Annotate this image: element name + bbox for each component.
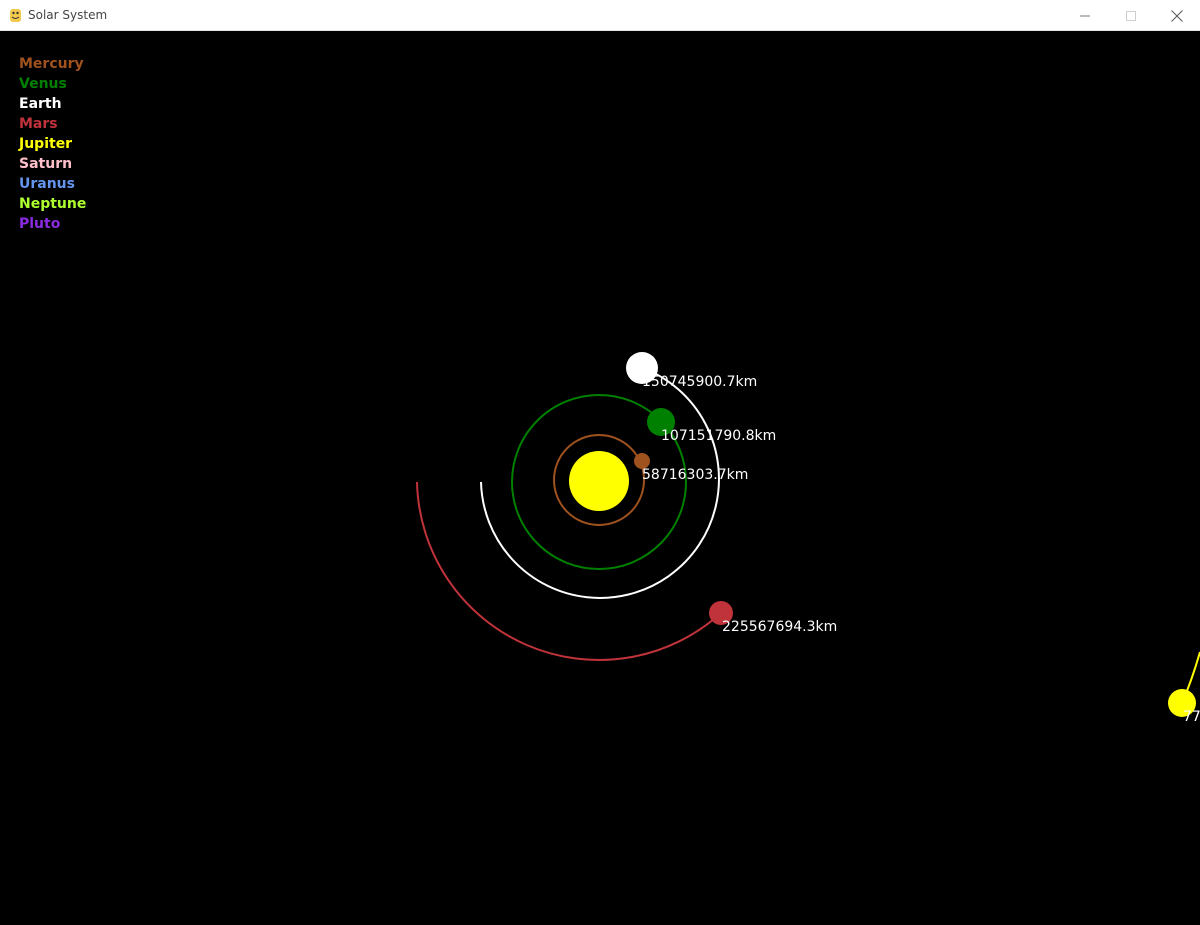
legend-item-mercury: Mercury — [19, 56, 84, 72]
maximize-icon — [1126, 10, 1136, 21]
minimize-button[interactable] — [1062, 0, 1108, 31]
mars-distance-label: 225567694.3km — [722, 619, 837, 635]
legend-item-earth: Earth — [19, 96, 62, 112]
simulation-canvas: 58716303.7km 107151790.8km 150745900.7km… — [0, 31, 1200, 925]
close-button[interactable] — [1154, 0, 1200, 31]
title-bar[interactable]: Solar System — [0, 0, 1200, 31]
earth-distance-label: 150745900.7km — [642, 374, 757, 390]
legend-item-venus: Venus — [19, 76, 67, 92]
legend-item-jupiter: Jupiter — [19, 136, 73, 152]
legend-item-neptune: Neptune — [19, 196, 87, 212]
minimize-icon — [1080, 15, 1090, 16]
venus-distance-label: 107151790.8km — [661, 428, 776, 444]
jupiter-distance-label: 77 — [1183, 709, 1200, 725]
pygame-snake-icon — [10, 9, 21, 22]
legend-item-mars: Mars — [19, 116, 58, 132]
app-window: Solar System 58716303.7km 107151790.8km … — [0, 0, 1200, 925]
legend-item-saturn: Saturn — [19, 156, 73, 172]
legend-item-uranus: Uranus — [19, 176, 75, 192]
solar-system-scene: 58716303.7km 107151790.8km 150745900.7km… — [416, 352, 1200, 725]
window-title: Solar System — [28, 8, 108, 22]
planet-legend: Mercury Venus Earth Mars Jupiter Saturn … — [19, 54, 86, 234]
sun — [569, 451, 629, 511]
close-icon — [1171, 9, 1183, 22]
maximize-button[interactable] — [1108, 0, 1154, 31]
legend-item-pluto: Pluto — [19, 216, 61, 232]
mercury-distance-label: 58716303.7km — [642, 467, 748, 483]
